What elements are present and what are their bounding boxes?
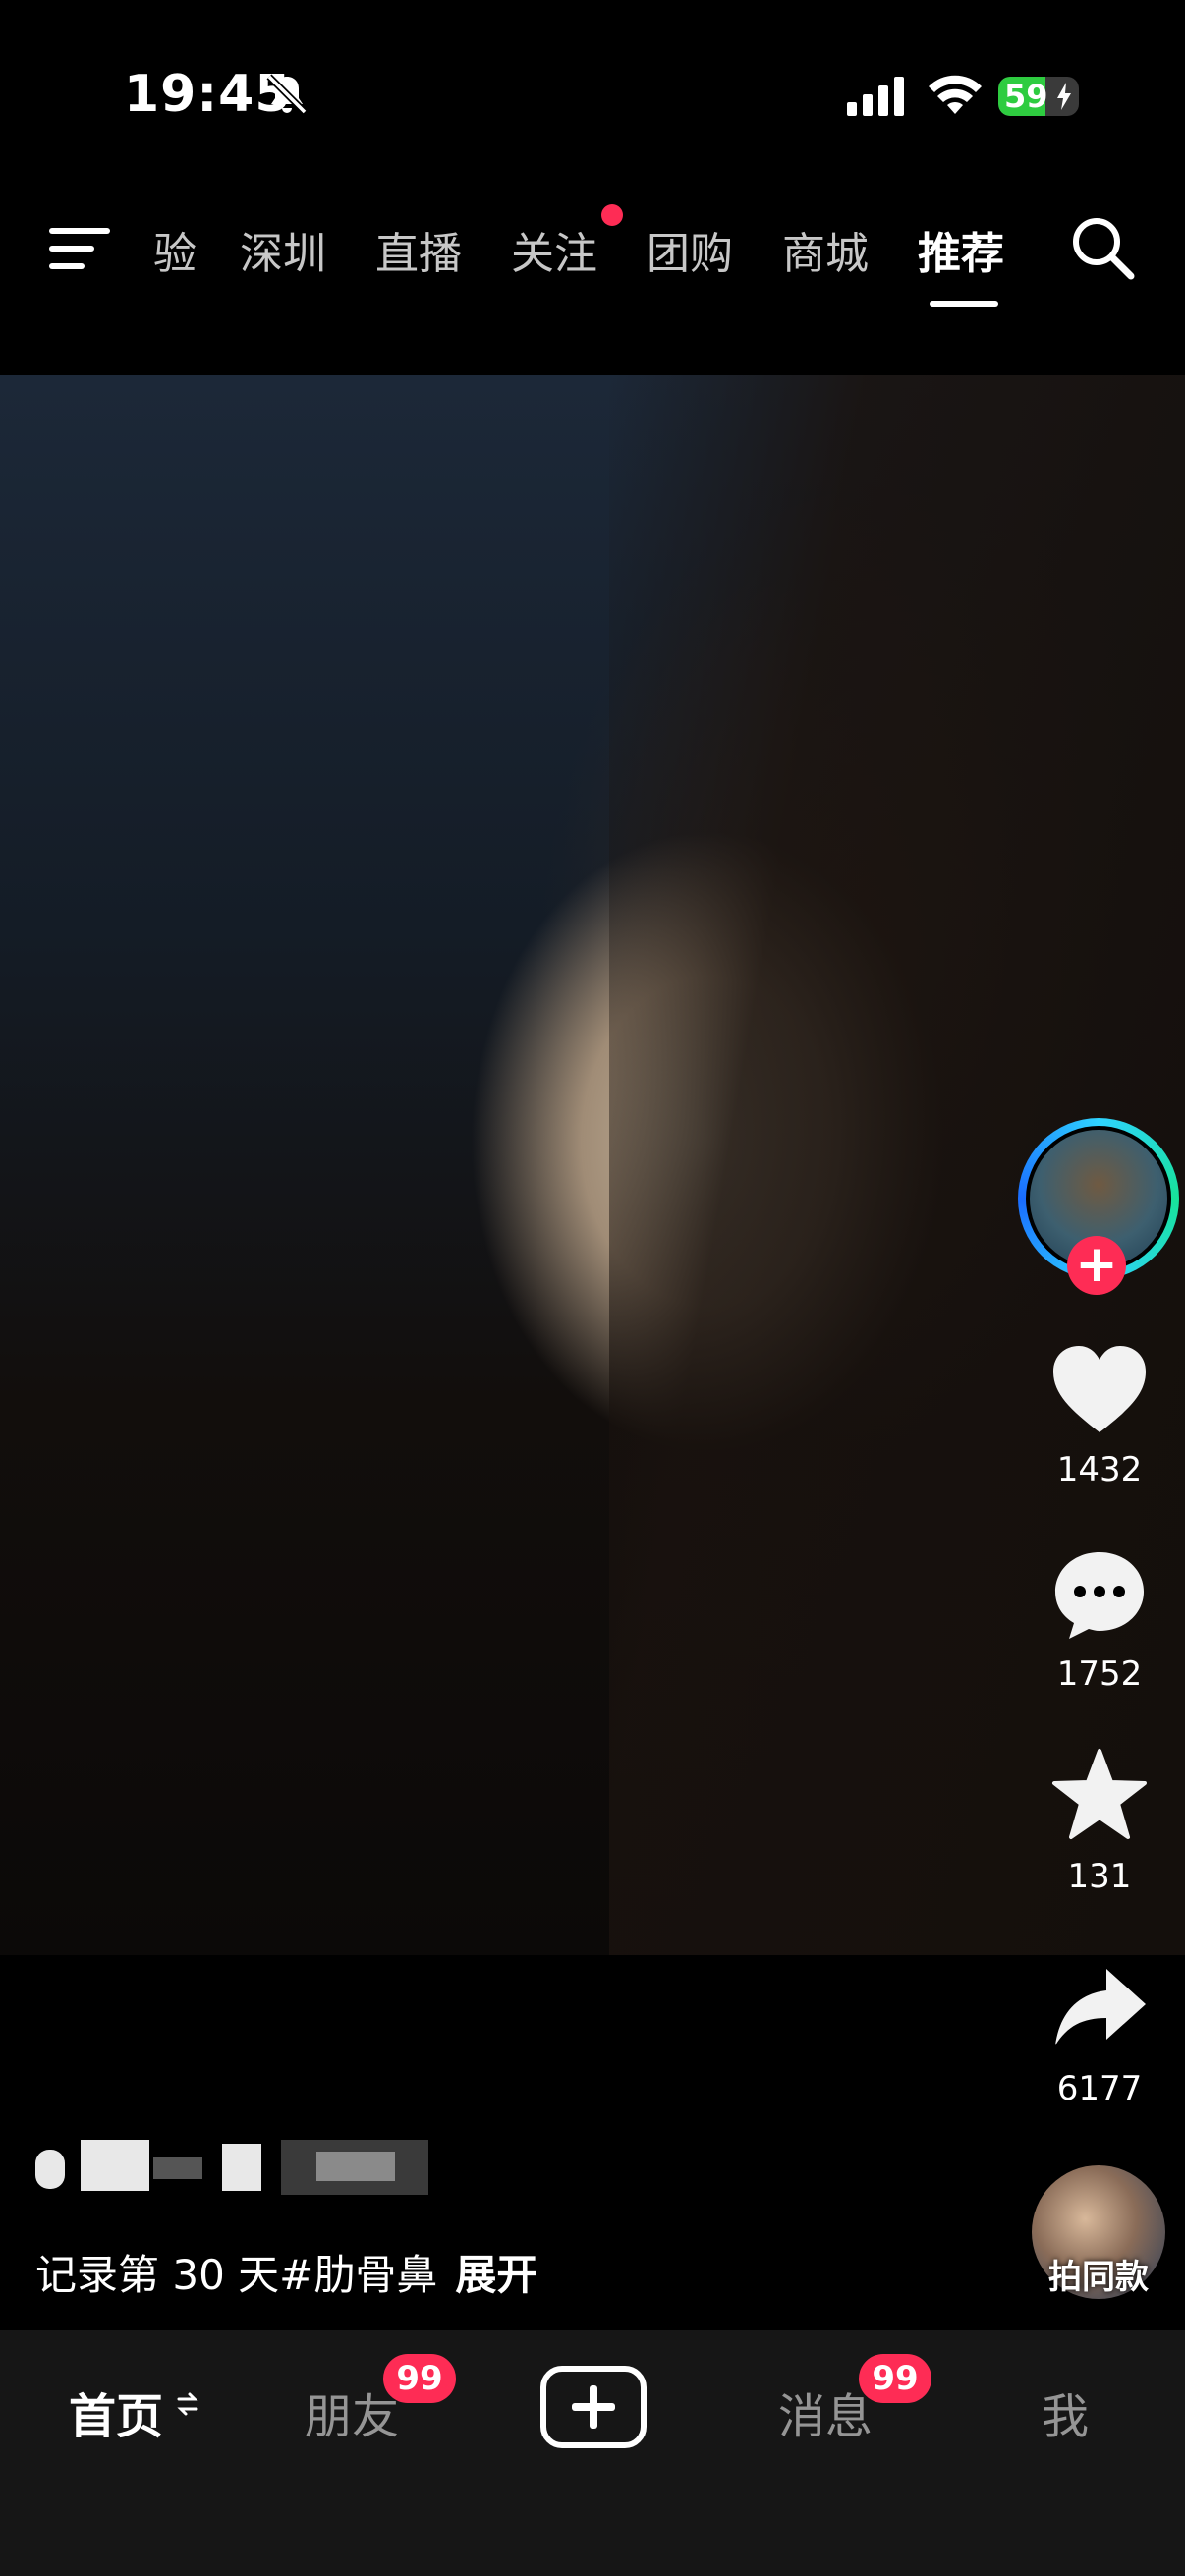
- heart-icon[interactable]: [1049, 1342, 1150, 1436]
- like-count: 1432: [1056, 1450, 1143, 1489]
- comment-icon[interactable]: [1049, 1546, 1150, 1641]
- video-player[interactable]: [0, 375, 1185, 1955]
- bell-muted-icon: [266, 74, 308, 115]
- nav-home[interactable]: 首页: [69, 2378, 163, 2446]
- nav-me[interactable]: 我: [1042, 2378, 1089, 2446]
- tab-mall[interactable]: 商城: [782, 218, 869, 281]
- create-button[interactable]: [540, 2366, 647, 2448]
- tab-group-buy[interactable]: 团购: [647, 218, 733, 281]
- comment-count: 1752: [1056, 1654, 1143, 1694]
- author-name-redacted[interactable]: [35, 2140, 428, 2197]
- nav-messages[interactable]: 消息: [778, 2378, 873, 2446]
- remix-label[interactable]: 拍同款: [1022, 2250, 1175, 2298]
- star-icon[interactable]: [1049, 1747, 1150, 1841]
- menu-icon[interactable]: [49, 224, 110, 273]
- battery-indicator: 59: [998, 77, 1079, 116]
- plus-icon: [572, 2385, 615, 2429]
- expand-caption-link[interactable]: 展开: [455, 2251, 537, 2299]
- wifi-icon: [929, 75, 982, 114]
- share-arrow-icon[interactable]: [1049, 1961, 1150, 2055]
- tab-shenzhen[interactable]: 深圳: [240, 218, 326, 281]
- tab-recommended[interactable]: 推荐: [918, 218, 1004, 281]
- following-notification-dot: [601, 204, 623, 226]
- messages-badge: 99: [859, 2354, 931, 2403]
- share-count: 6177: [1056, 2069, 1143, 2108]
- active-tab-indicator: [930, 301, 998, 307]
- tab-following[interactable]: 关注: [511, 218, 597, 281]
- follow-button[interactable]: +: [1067, 1236, 1126, 1295]
- video-caption: 记录第 30 天#肋骨鼻 展开: [35, 2242, 537, 2302]
- charging-bolt-icon: [1057, 83, 1071, 110]
- battery-level: 59: [1004, 78, 1048, 115]
- tab-live[interactable]: 直播: [375, 218, 462, 281]
- friends-badge: 99: [383, 2354, 456, 2403]
- signal-icon: [847, 77, 904, 116]
- favorite-count: 131: [1067, 1857, 1132, 1896]
- status-bar: 19:45 59: [0, 0, 1185, 187]
- search-icon[interactable]: [1069, 214, 1136, 281]
- tab-partial[interactable]: 验: [153, 218, 197, 281]
- switch-feed-icon[interactable]: [175, 2389, 200, 2419]
- caption-text: 记录第 30 天#肋骨鼻: [35, 2251, 438, 2299]
